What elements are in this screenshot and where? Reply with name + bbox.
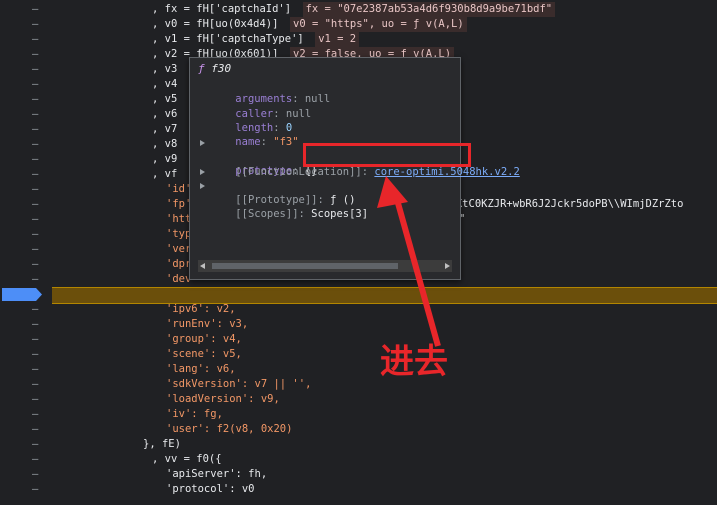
annotation-text: 进去 [380,342,448,382]
annotation-arrow-icon [377,176,441,347]
